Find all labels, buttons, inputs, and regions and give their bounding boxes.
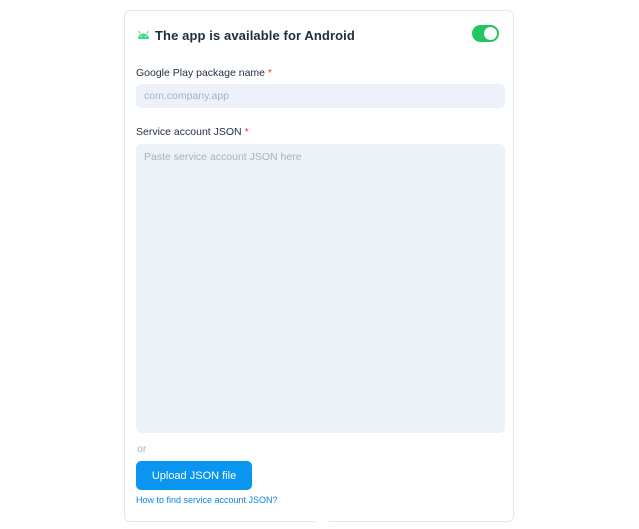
service-account-json-textarea[interactable] <box>136 144 505 433</box>
package-name-label: Google Play package name * <box>136 67 272 79</box>
service-account-label-text: Service account JSON <box>136 126 242 138</box>
card-title: The app is available for Android <box>155 27 355 43</box>
upload-json-button[interactable]: Upload JSON file <box>136 461 252 490</box>
card-header: The app is available for Android <box>137 25 355 45</box>
package-name-input[interactable] <box>136 84 505 108</box>
service-account-label: Service account JSON * <box>136 126 249 138</box>
android-icon <box>137 30 150 40</box>
package-name-label-text: Google Play package name <box>136 67 265 79</box>
help-link[interactable]: How to find service account JSON? <box>136 495 278 505</box>
android-availability-toggle[interactable] <box>472 25 499 42</box>
toggle-knob <box>484 27 497 40</box>
card-bottom-notch <box>315 521 329 527</box>
required-mark: * <box>267 67 273 79</box>
or-separator: or <box>137 443 147 455</box>
required-mark: * <box>244 126 249 138</box>
android-settings-card: The app is available for Android Google … <box>124 10 514 527</box>
